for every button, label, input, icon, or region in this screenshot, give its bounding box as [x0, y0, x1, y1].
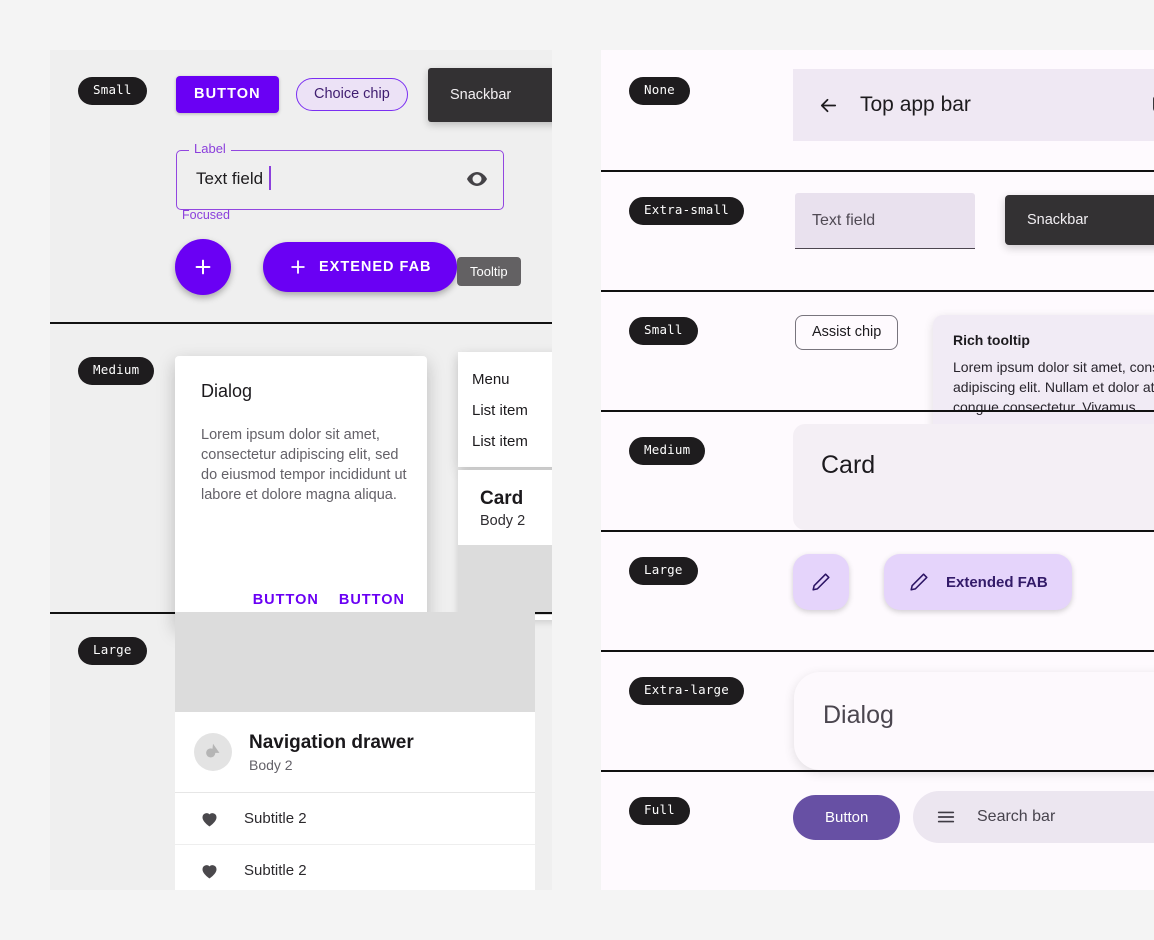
assist-chip[interactable]: Assist chip [795, 315, 899, 350]
plus-icon [288, 257, 308, 277]
section-divider [601, 530, 1154, 532]
drawer-list-item[interactable]: Subtitle 2 [175, 793, 535, 845]
card-title: Card [480, 488, 524, 509]
menu-panel: Menu List item List item [458, 352, 552, 467]
heart-icon [199, 860, 220, 881]
right-panel: None Top app bar Extra-small Text field … [601, 50, 1154, 890]
navigation-drawer: Navigation drawer Body 2 Subtitle 2 Subt… [175, 612, 535, 890]
dialog-button-2[interactable]: BUTTON [339, 592, 405, 608]
heart-icon [199, 808, 220, 829]
dialog-title: Dialog [201, 381, 253, 401]
full-rounded-button[interactable]: Button [793, 795, 901, 840]
tooltip: Tooltip [457, 257, 521, 286]
attachment-paperclip-icon[interactable] [1147, 94, 1154, 116]
drawer-header: Navigation drawer Body 2 [175, 712, 535, 793]
top-app-bar-title: Top app bar [860, 93, 971, 116]
size-tag-none: None [629, 77, 690, 105]
snackbar-extra-small: Snackbar [1005, 195, 1154, 245]
contained-button[interactable]: BUTTON [176, 76, 279, 113]
large-fab[interactable] [793, 554, 849, 610]
drawer-list-item-label: Subtitle 2 [244, 861, 307, 879]
text-field-label: Label [189, 142, 231, 155]
hamburger-menu-icon[interactable] [935, 806, 957, 828]
card-media [458, 545, 552, 615]
dialog-body: Lorem ipsum dolor sit amet, consectetur … [201, 427, 407, 503]
card-body: Body 2 [480, 513, 526, 529]
size-tag-medium-right: Medium [629, 437, 706, 465]
card-medium-right: Card [793, 424, 1154, 530]
card-medium: Card Body 2 [458, 470, 552, 620]
drawer-title: Navigation drawer [249, 732, 414, 753]
size-tag-extra-large: Extra-large [629, 677, 744, 705]
drawer-hero-image [175, 612, 535, 712]
dialog-extra-large: Dialog [794, 672, 1154, 770]
dialog-medium: Dialog Lorem ipsum dolor sit amet, conse… [175, 356, 427, 626]
size-tag-large-left: Large [78, 637, 147, 665]
section-divider [601, 170, 1154, 172]
filled-text-field[interactable]: Text field [795, 193, 975, 249]
extended-fab-label: Extended FAB [946, 573, 1048, 591]
rich-tooltip-body: Lorem ipsum dolor sit amet, consectetur … [953, 359, 1154, 415]
text-field-value: Text field [196, 169, 264, 188]
pencil-edit-icon [810, 571, 832, 593]
extended-fab-large[interactable]: Extended FAB [884, 554, 1072, 610]
search-bar-placeholder: Search bar [977, 808, 1056, 825]
account-avatar-icon [194, 733, 232, 772]
visibility-eye-icon[interactable] [465, 167, 489, 191]
text-field-placeholder: Text field [812, 211, 876, 229]
drawer-list-item[interactable]: Subtitle 2 [175, 845, 535, 890]
size-tag-small-right: Small [629, 317, 698, 345]
size-tag-medium-left: Medium [78, 357, 155, 385]
extended-fab[interactable]: EXTENED FAB [263, 242, 457, 292]
menu-list-item[interactable]: List item [458, 426, 552, 457]
floating-action-button[interactable] [175, 239, 231, 295]
search-bar[interactable]: Search bar [913, 791, 1154, 843]
section-divider [601, 650, 1154, 652]
extended-fab-label: EXTENED FAB [319, 259, 432, 275]
section-divider [601, 410, 1154, 412]
size-tag-full: Full [629, 797, 690, 825]
screenshot-root: Small BUTTON Choice chip Snackbar Label … [0, 0, 1154, 940]
card-title: Card [821, 451, 876, 479]
rich-tooltip: Rich tooltip Lorem ipsum dolor sit amet,… [933, 315, 1154, 434]
text-caret [269, 166, 271, 190]
menu-header[interactable]: Menu [458, 364, 552, 395]
text-field-helper: Focused [182, 208, 230, 222]
drawer-list-item-label: Subtitle 2 [244, 809, 307, 827]
size-tag-extra-small: Extra-small [629, 197, 744, 225]
dialog-button-1[interactable]: BUTTON [253, 592, 319, 608]
rich-tooltip-title: Rich tooltip [953, 332, 1030, 348]
plus-icon [192, 256, 214, 278]
arrow-left-icon[interactable] [817, 94, 840, 117]
choice-chip[interactable]: Choice chip [296, 78, 408, 111]
drawer-subtitle: Body 2 [249, 756, 293, 773]
menu-list-item[interactable]: List item [458, 395, 552, 426]
outlined-text-field[interactable]: Label Text field [176, 142, 504, 210]
section-divider [50, 322, 552, 324]
section-divider [601, 770, 1154, 772]
top-app-bar: Top app bar [793, 69, 1154, 141]
left-panel: Small BUTTON Choice chip Snackbar Label … [50, 50, 552, 890]
size-tag-small-left: Small [78, 77, 147, 105]
dialog-actions: BUTTON BUTTON [253, 592, 405, 608]
pencil-edit-icon [908, 571, 930, 593]
section-divider [601, 290, 1154, 292]
snackbar-small: Snackbar [428, 68, 552, 122]
size-tag-large-right: Large [629, 557, 698, 585]
dialog-title: Dialog [823, 701, 894, 729]
